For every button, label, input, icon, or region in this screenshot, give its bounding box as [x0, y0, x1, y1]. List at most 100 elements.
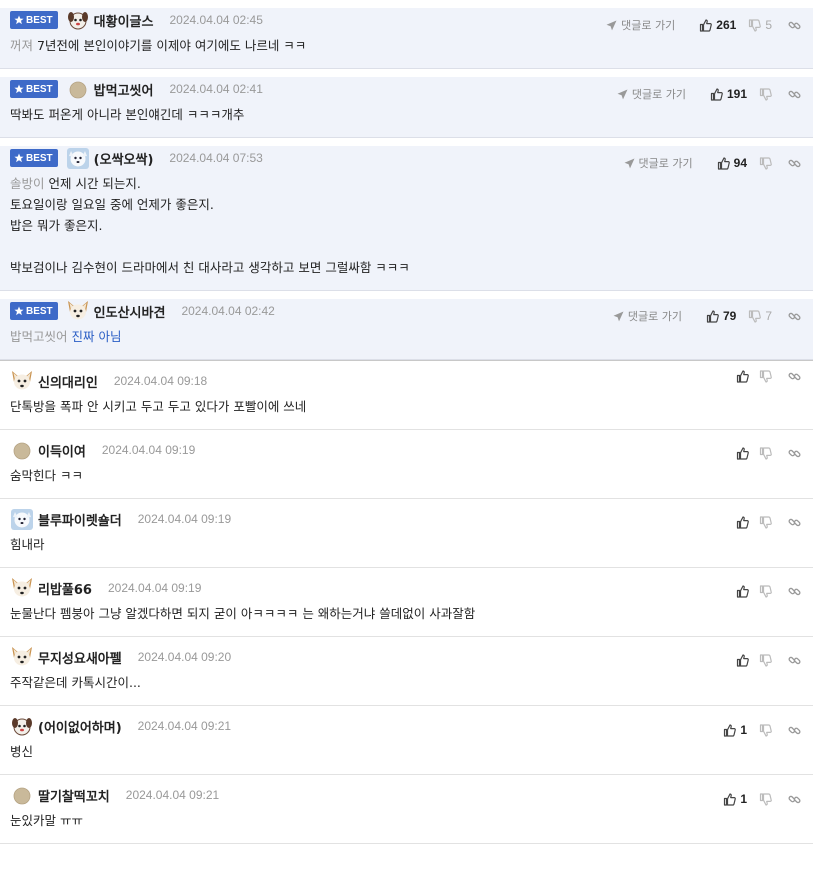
thumbs-up-icon	[710, 87, 723, 101]
author-nickname[interactable]: 대황이글스	[94, 11, 154, 30]
beige-circle-avatar[interactable]	[10, 438, 34, 462]
link-icon[interactable]	[788, 88, 801, 101]
comment-text: 딱봐도 퍼온게 아니라 본인얘긴데 ㅋㅋㅋ개추	[10, 107, 245, 122]
comment-text: 병신	[10, 744, 34, 759]
puppy-avatar[interactable]	[66, 8, 90, 32]
author-nickname[interactable]: 블루파이렛숄더	[38, 510, 122, 529]
comment-text: 언제 시간 되는지.	[48, 176, 141, 191]
snow-dog-avatar[interactable]	[10, 507, 34, 531]
upvote-button[interactable]: 94	[717, 156, 747, 170]
downvote-button[interactable]	[759, 370, 772, 383]
fox-dog-avatar[interactable]	[10, 576, 34, 600]
fox-dog-avatar[interactable]	[66, 299, 90, 323]
goto-comment-button[interactable]: 댓글로 가기	[613, 308, 682, 324]
comment-header: 무지성요새아펠 2024.04.04 09:20	[10, 645, 803, 669]
upvote-button[interactable]	[736, 654, 749, 667]
author-nickname[interactable]: 이득이여	[38, 441, 86, 460]
beige-circle-avatar[interactable]	[10, 783, 34, 807]
send-arrow-icon	[613, 311, 628, 322]
comment-body: 눈있카말 ㅠㅠ	[10, 807, 803, 843]
fox-dog-avatar[interactable]	[10, 645, 34, 669]
comment-actions: 댓글로 가기 79 7	[613, 308, 801, 324]
goto-comment-button[interactable]: 댓글로 가기	[606, 17, 675, 33]
comment-text: 숨막힌다 ㅋㅋ	[10, 468, 83, 483]
downvote-button[interactable]	[759, 585, 772, 598]
comment-actions: 1	[715, 792, 801, 806]
thumbs-up-icon	[723, 792, 737, 806]
thumbs-down-icon	[759, 156, 772, 170]
comment-text: 단톡방을 폭파 안 시키고 두고 두고 있다가 포빨이에 쓰네	[10, 399, 307, 414]
author-nickname[interactable]: 딸기찰떡꼬치	[38, 786, 110, 805]
link-icon[interactable]	[788, 370, 801, 383]
upvote-button[interactable]: 1	[723, 792, 747, 806]
comment-line: 밥은 뭐가 좋은지.	[10, 215, 803, 236]
best-badge-label: BEST	[26, 83, 53, 95]
comment-text: 밥은 뭐가 좋은지.	[10, 218, 103, 233]
comment-line: 박보검이나 김수현이 드라마에서 친 대사라고 생각하고 보면 그럴싸함 ㅋㅋㅋ	[10, 257, 803, 278]
downvote-button[interactable]: 5	[748, 18, 772, 32]
best-badge: BEST	[10, 149, 58, 167]
downvote-button[interactable]: 7	[748, 309, 772, 323]
comment-actions	[728, 447, 801, 460]
star-icon	[14, 153, 26, 163]
link-icon[interactable]	[788, 585, 801, 598]
comment-body: 솔방이 언제 시간 되는지. 토요일이랑 일요일 중에 언제가 좋은지. 밥은 뭐가…	[10, 170, 803, 290]
upvote-button[interactable]	[736, 447, 749, 460]
comment-line	[10, 236, 803, 257]
link-icon[interactable]	[788, 19, 801, 32]
snow-dog-avatar[interactable]	[66, 146, 90, 170]
link-icon[interactable]	[788, 724, 801, 737]
downvote-button[interactable]	[759, 723, 772, 737]
upvote-button[interactable]	[736, 585, 749, 598]
thumbs-down-icon	[759, 370, 772, 383]
upvote-button[interactable]	[736, 370, 749, 383]
comment-date: 2024.04.04 09:19	[107, 581, 202, 595]
thumbs-up-icon	[699, 18, 713, 32]
author-nickname[interactable]: (오싹오싹)	[94, 149, 154, 168]
author-nickname[interactable]: 무지성요새아펠	[38, 648, 122, 667]
comment-date: 2024.04.04 09:21	[125, 788, 220, 802]
link-icon[interactable]	[788, 310, 801, 323]
comment-body: 눈물난다 펨붕아 그냥 알겠다하면 되지 굳이 아ㅋㅋㅋㅋ 는 왜하는거냐 쓸데…	[10, 600, 803, 636]
send-arrow-icon	[606, 20, 621, 31]
downvote-button[interactable]	[759, 447, 772, 460]
comment-date: 2024.04.04 09:19	[101, 443, 196, 457]
beige-circle-avatar[interactable]	[66, 77, 90, 101]
comment-body: 힘내라	[10, 531, 803, 567]
author-nickname[interactable]: 인도산시바견	[94, 302, 166, 321]
comment-actions: 댓글로 가기 261 5	[606, 17, 801, 33]
downvote-button[interactable]	[759, 156, 772, 170]
goto-comment-label: 댓글로 가기	[621, 19, 676, 32]
goto-comment-button[interactable]: 댓글로 가기	[617, 86, 686, 102]
upvote-button[interactable]: 1	[723, 723, 747, 737]
upvote-button[interactable]: 79	[706, 309, 736, 323]
comment-item: 무지성요새아펠 2024.04.04 09:20 주작같은데 카톡시간이...	[0, 645, 813, 706]
comment-date: 2024.04.04 02:42	[181, 304, 275, 318]
downvote-button[interactable]	[759, 654, 772, 667]
goto-comment-button[interactable]: 댓글로 가기	[624, 155, 693, 171]
downvote-button[interactable]	[759, 87, 772, 101]
link-icon[interactable]	[788, 654, 801, 667]
comment-header: 리밥풀66 2024.04.04 09:19	[10, 576, 803, 600]
comment-line: 꺼져 7년전에 본인이야기를 이제야 여기에도 나르네 ㅋㅋ	[10, 35, 803, 56]
link-icon[interactable]	[788, 447, 801, 460]
upvote-button[interactable]	[736, 516, 749, 529]
link-icon[interactable]	[788, 793, 801, 806]
comment-line: 딱봐도 퍼온게 아니라 본인얘긴데 ㅋㅋㅋ개추	[10, 104, 803, 125]
link-icon[interactable]	[788, 516, 801, 529]
downvote-button[interactable]	[759, 516, 772, 529]
upvote-button[interactable]: 191	[710, 87, 747, 101]
author-nickname[interactable]: (어이없어하며)	[38, 717, 122, 736]
author-nickname[interactable]: 밥먹고씻어	[94, 80, 154, 99]
link-icon[interactable]	[788, 157, 801, 170]
comment-body: 숨막힌다 ㅋㅋ	[10, 462, 803, 498]
upvote-button[interactable]: 261	[699, 18, 736, 32]
puppy-avatar[interactable]	[10, 714, 34, 738]
author-nickname[interactable]: 리밥풀66	[38, 579, 92, 598]
comment-item: BEST 인도산시바견 2024.04.04 02:42 댓글로 가기 79 7 밥먹고씻어…	[0, 299, 813, 360]
downvote-button[interactable]	[759, 792, 772, 806]
fox-dog-avatar[interactable]	[10, 369, 34, 393]
comment-line: 눈물난다 펨붕아 그냥 알겠다하면 되지 굳이 아ㅋㅋㅋㅋ 는 왜하는거냐 쓸데…	[10, 603, 803, 624]
comment-item: (어이없어하며) 2024.04.04 09:21 1 병신	[0, 714, 813, 775]
author-nickname[interactable]: 신의대리인	[38, 372, 98, 391]
